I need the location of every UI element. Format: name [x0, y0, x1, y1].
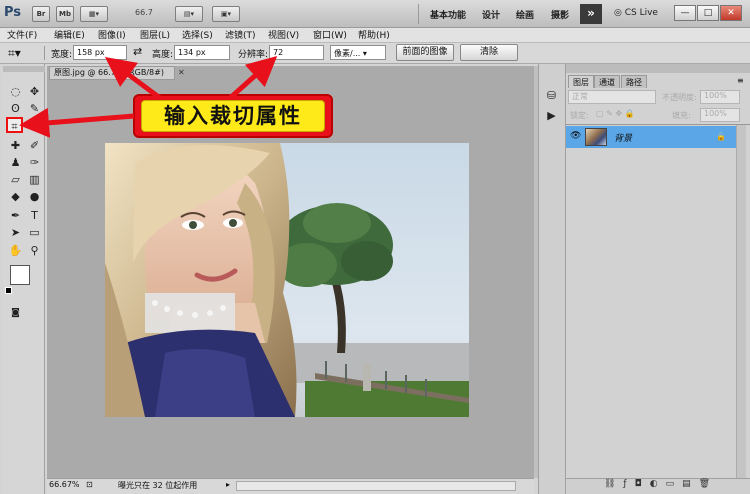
arrow-to-resolution-field: [228, 56, 278, 100]
arrow-to-width-field: [104, 57, 162, 101]
arrow-to-crop-tool: [19, 107, 135, 138]
annotation-arrows: [19, 56, 278, 138]
